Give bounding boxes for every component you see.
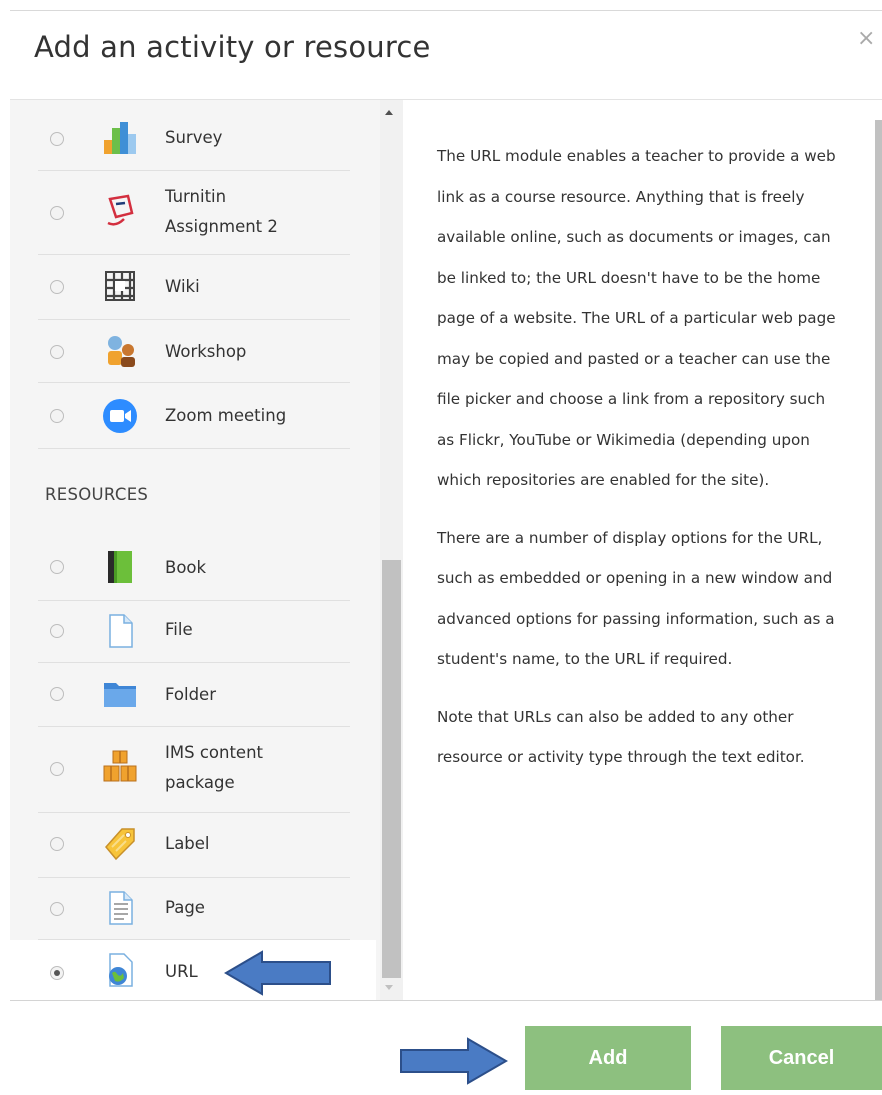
option-label-line: Turnitin — [165, 187, 227, 206]
radio-button[interactable] — [50, 206, 64, 220]
radio-button[interactable] — [50, 687, 64, 701]
module-description-panel: The URL module enables a teacher to prov… — [403, 100, 882, 1000]
option-list-scrollbar[interactable] — [380, 100, 403, 1000]
dialog-title: Add an activity or resource — [34, 30, 431, 64]
option-label: Label — [165, 834, 210, 853]
option-label: IMS content package — [165, 738, 263, 798]
radio-button-checked[interactable] — [50, 966, 64, 980]
annotation-arrow-right-icon — [400, 1037, 508, 1085]
option-label-line: IMS content — [165, 743, 263, 762]
resources-heading: RESOURCES — [45, 485, 149, 504]
option-label: Wiki — [165, 277, 200, 296]
option-label: Zoom meeting — [165, 406, 287, 425]
option-survey[interactable]: Survey — [38, 107, 350, 171]
option-ims-content-package[interactable]: IMS content package — [38, 727, 350, 813]
radio-button[interactable] — [50, 902, 64, 916]
option-folder[interactable]: Folder — [38, 663, 350, 727]
scrollbar-thumb[interactable] — [382, 560, 401, 978]
book-icon — [108, 551, 132, 583]
zoom-icon — [103, 399, 137, 433]
wiki-icon — [105, 271, 135, 301]
description-paragraph: The URL module enables a teacher to prov… — [437, 147, 836, 489]
option-label: Workshop — [165, 342, 247, 361]
cancel-button[interactable]: Cancel — [721, 1026, 882, 1090]
description-paragraph: There are a number of display options fo… — [437, 528, 835, 669]
option-label: Survey — [165, 128, 223, 147]
radio-button[interactable] — [50, 132, 64, 146]
close-icon[interactable]: × — [857, 28, 875, 50]
module-chooser-list: Survey Turnitin Assignment 2 Wiki Worksh… — [10, 100, 403, 1000]
scroll-down-arrow-icon[interactable] — [385, 985, 393, 990]
radio-button[interactable] — [50, 837, 64, 851]
radio-button[interactable] — [50, 560, 64, 574]
radio-button[interactable] — [50, 762, 64, 776]
option-label: File — [165, 620, 193, 639]
radio-button[interactable] — [50, 624, 64, 638]
option-label: Folder — [165, 685, 216, 704]
description-scrollbar[interactable] — [875, 120, 882, 1000]
footer-divider — [10, 1000, 882, 1001]
top-divider — [10, 10, 882, 11]
workshop-icon — [108, 336, 135, 367]
option-label: Page — [165, 898, 205, 917]
option-label: URL — [165, 962, 198, 981]
radio-button[interactable] — [50, 409, 64, 423]
option-file[interactable]: File — [38, 601, 350, 663]
option-workshop[interactable]: Workshop — [38, 320, 350, 383]
option-book[interactable]: Book — [38, 535, 350, 601]
option-page[interactable]: Page — [38, 878, 350, 940]
turnitin-icon — [107, 194, 134, 226]
label-tag-icon — [105, 828, 135, 861]
add-button[interactable]: Add — [525, 1026, 691, 1090]
radio-button[interactable] — [50, 345, 64, 359]
file-icon — [109, 614, 133, 648]
ims-package-icon — [103, 750, 137, 782]
option-label: Turnitin Assignment 2 — [165, 182, 278, 242]
scroll-up-arrow-icon[interactable] — [385, 110, 393, 115]
option-label-line: Assignment 2 — [165, 217, 278, 236]
folder-icon — [104, 683, 136, 707]
page-icon — [109, 891, 133, 925]
description-paragraph: Note that URLs can also be added to any … — [437, 707, 805, 767]
module-description: The URL module enables a teacher to prov… — [437, 136, 847, 795]
annotation-arrow-left-icon — [224, 950, 331, 996]
survey-icon — [104, 122, 136, 154]
option-label-line: package — [165, 773, 235, 792]
option-wiki[interactable]: Wiki — [38, 255, 350, 320]
option-zoom-meeting[interactable]: Zoom meeting — [38, 383, 350, 449]
radio-button[interactable] — [50, 280, 64, 294]
option-label-resource[interactable]: Label — [38, 813, 350, 878]
option-label: Book — [165, 558, 207, 577]
url-globe-icon — [109, 953, 133, 987]
option-turnitin-assignment-2[interactable]: Turnitin Assignment 2 — [38, 171, 350, 255]
